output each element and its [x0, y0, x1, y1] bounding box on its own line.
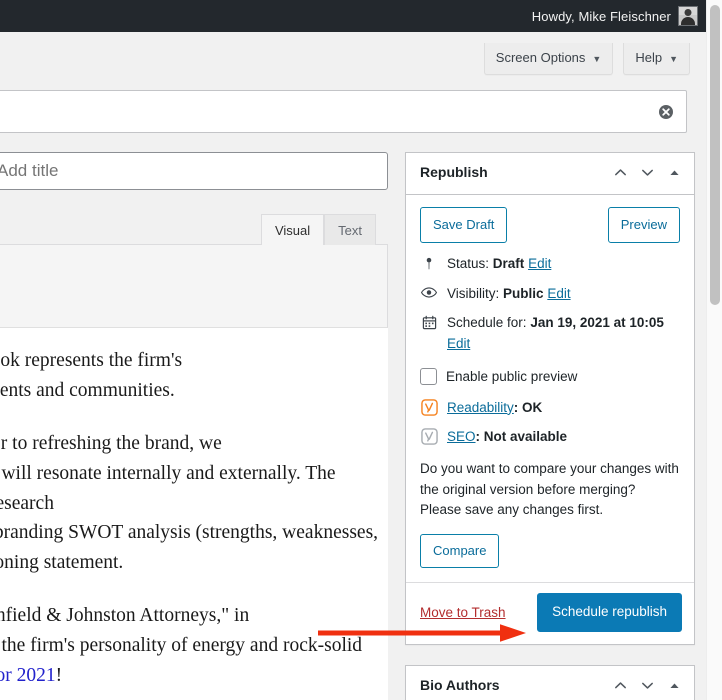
content-paragraph-text: chfield, Critchfield & Johnston Attorney… — [0, 605, 363, 656]
seo-text: SEO: Not available — [447, 429, 567, 444]
calendar-icon — [420, 313, 438, 330]
content-paragraph: chfield, Critchfield & Johnston Attorney… — [0, 601, 382, 690]
admin-notice — [0, 90, 687, 133]
status-value: Draft — [492, 255, 525, 271]
seo-value: : Not available — [475, 428, 568, 444]
readability-value: : OK — [513, 399, 543, 415]
howdy-greeting[interactable]: Howdy, Mike Fleischner — [532, 9, 671, 24]
post-title-input[interactable] — [0, 152, 388, 190]
chevron-down-icon[interactable] — [639, 165, 655, 181]
compare-button[interactable]: Compare — [420, 534, 500, 569]
page-scrollbar[interactable] — [706, 0, 722, 700]
public-preview-row: Enable public preview — [420, 368, 680, 386]
metabox-controls — [612, 165, 682, 181]
help-label: Help — [635, 49, 663, 65]
enable-public-preview-checkbox[interactable] — [420, 368, 437, 386]
tab-visual[interactable]: Visual — [260, 214, 325, 245]
wordpress-post-editor: Howdy, Mike Fleischner Screen Options ▼ … — [0, 0, 722, 700]
visibility-label: Visibility: — [447, 285, 500, 301]
screen-options-button[interactable]: Screen Options ▼ — [483, 42, 614, 76]
save-draft-button[interactable]: Save Draft — [420, 206, 508, 243]
yoast-readability-icon — [420, 398, 438, 416]
chevron-down-icon: ▼ — [669, 53, 678, 64]
editor-column: Visual Text e! The new look represents t… — [0, 152, 388, 700]
close-icon[interactable] — [656, 102, 676, 122]
toggle-triangle-icon[interactable] — [666, 677, 682, 693]
readability-row: Readability: OK — [420, 398, 680, 416]
bio-authors-title: Bio Authors — [420, 676, 500, 693]
visibility-value: Public — [503, 285, 544, 301]
visibility-text: Visibility: Public Edit — [447, 284, 680, 305]
republish-metabox: Republish Save Draft Preview Status: Dra… — [405, 152, 695, 645]
chevron-down-icon[interactable] — [639, 677, 655, 693]
chevron-down-icon: ▼ — [592, 53, 602, 64]
submit-button-row: Save Draft Preview — [420, 206, 680, 243]
editor-toolbar[interactable] — [0, 244, 388, 328]
editor-mode-tabs: Visual Text — [0, 212, 388, 245]
seo-row: SEO: Not available — [420, 427, 680, 445]
status-text: Status: Draft Edit — [447, 254, 680, 275]
title-wrap — [0, 152, 388, 190]
yoast-seo-icon — [420, 427, 438, 445]
schedule-republish-button[interactable]: Schedule republish — [537, 593, 682, 632]
readability-link[interactable]: Readability — [447, 400, 514, 415]
status-edit-link[interactable]: Edit — [528, 256, 551, 271]
bio-authors-metabox-header: Bio Authors — [406, 666, 694, 700]
compare-description: Do you want to compare your changes with… — [420, 461, 679, 517]
visibility-edit-link[interactable]: Edit — [547, 286, 570, 301]
enable-public-preview-label: Enable public preview — [446, 369, 578, 385]
metabox-controls — [612, 677, 682, 693]
page-scrollbar-thumb[interactable] — [710, 5, 720, 305]
toggle-triangle-icon[interactable] — [666, 165, 682, 181]
avatar[interactable] — [678, 6, 698, 26]
republish-metabox-body: Save Draft Preview Status: Draft Edit Vi… — [406, 195, 694, 582]
screen-options-label: Screen Options — [495, 49, 586, 65]
schedule-row: Schedule for: Jan 19, 2021 at 10:05 Edit — [420, 313, 680, 355]
content-paragraph: e! The new look represents the firm's li… — [0, 350, 183, 401]
status-label: Status: — [447, 255, 490, 271]
chevron-up-icon[interactable] — [612, 677, 628, 693]
visibility-row: Visibility: Public Edit — [420, 284, 680, 305]
schedule-text: Schedule for: Jan 19, 2021 at 10:05 Edit — [447, 313, 680, 355]
bio-authors-metabox: Bio Authors — [405, 664, 695, 700]
screen-meta-links: Screen Options ▼ Help ▼ — [0, 32, 706, 86]
content-link-tail: ! — [55, 664, 63, 686]
content-link[interactable]: for 2021 — [0, 665, 56, 686]
republish-title: Republish — [420, 164, 488, 180]
republish-metabox-header: Republish — [406, 153, 694, 195]
content-editor: Visual Text e! The new look represents t… — [0, 212, 388, 700]
schedule-value: Jan 19, 2021 at 10:05 — [530, 315, 664, 331]
status-row: Status: Draft Edit — [420, 254, 680, 275]
republish-metabox-footer: Move to Trash Schedule republish — [406, 582, 694, 644]
eye-icon — [420, 284, 438, 299]
pin-icon — [420, 254, 438, 271]
help-button[interactable]: Help ▼ — [623, 42, 690, 76]
content-paragraph: War era. Prior to refreshing the brand, … — [0, 433, 379, 573]
sidebar-column: Republish Save Draft Preview Status: Dra… — [405, 152, 695, 700]
chevron-up-icon[interactable] — [612, 165, 628, 181]
seo-link[interactable]: SEO — [447, 429, 476, 444]
tab-text[interactable]: Text — [324, 214, 376, 245]
readability-text: Readability: OK — [447, 400, 542, 415]
move-to-trash-link[interactable]: Move to Trash — [420, 605, 506, 620]
schedule-edit-link[interactable]: Edit — [447, 336, 470, 351]
editor-content-area[interactable]: e! The new look represents the firm's li… — [0, 328, 388, 700]
preview-button[interactable]: Preview — [607, 206, 680, 243]
admin-bar: Howdy, Mike Fleischner — [0, 0, 706, 32]
schedule-label: Schedule for: — [447, 315, 527, 331]
